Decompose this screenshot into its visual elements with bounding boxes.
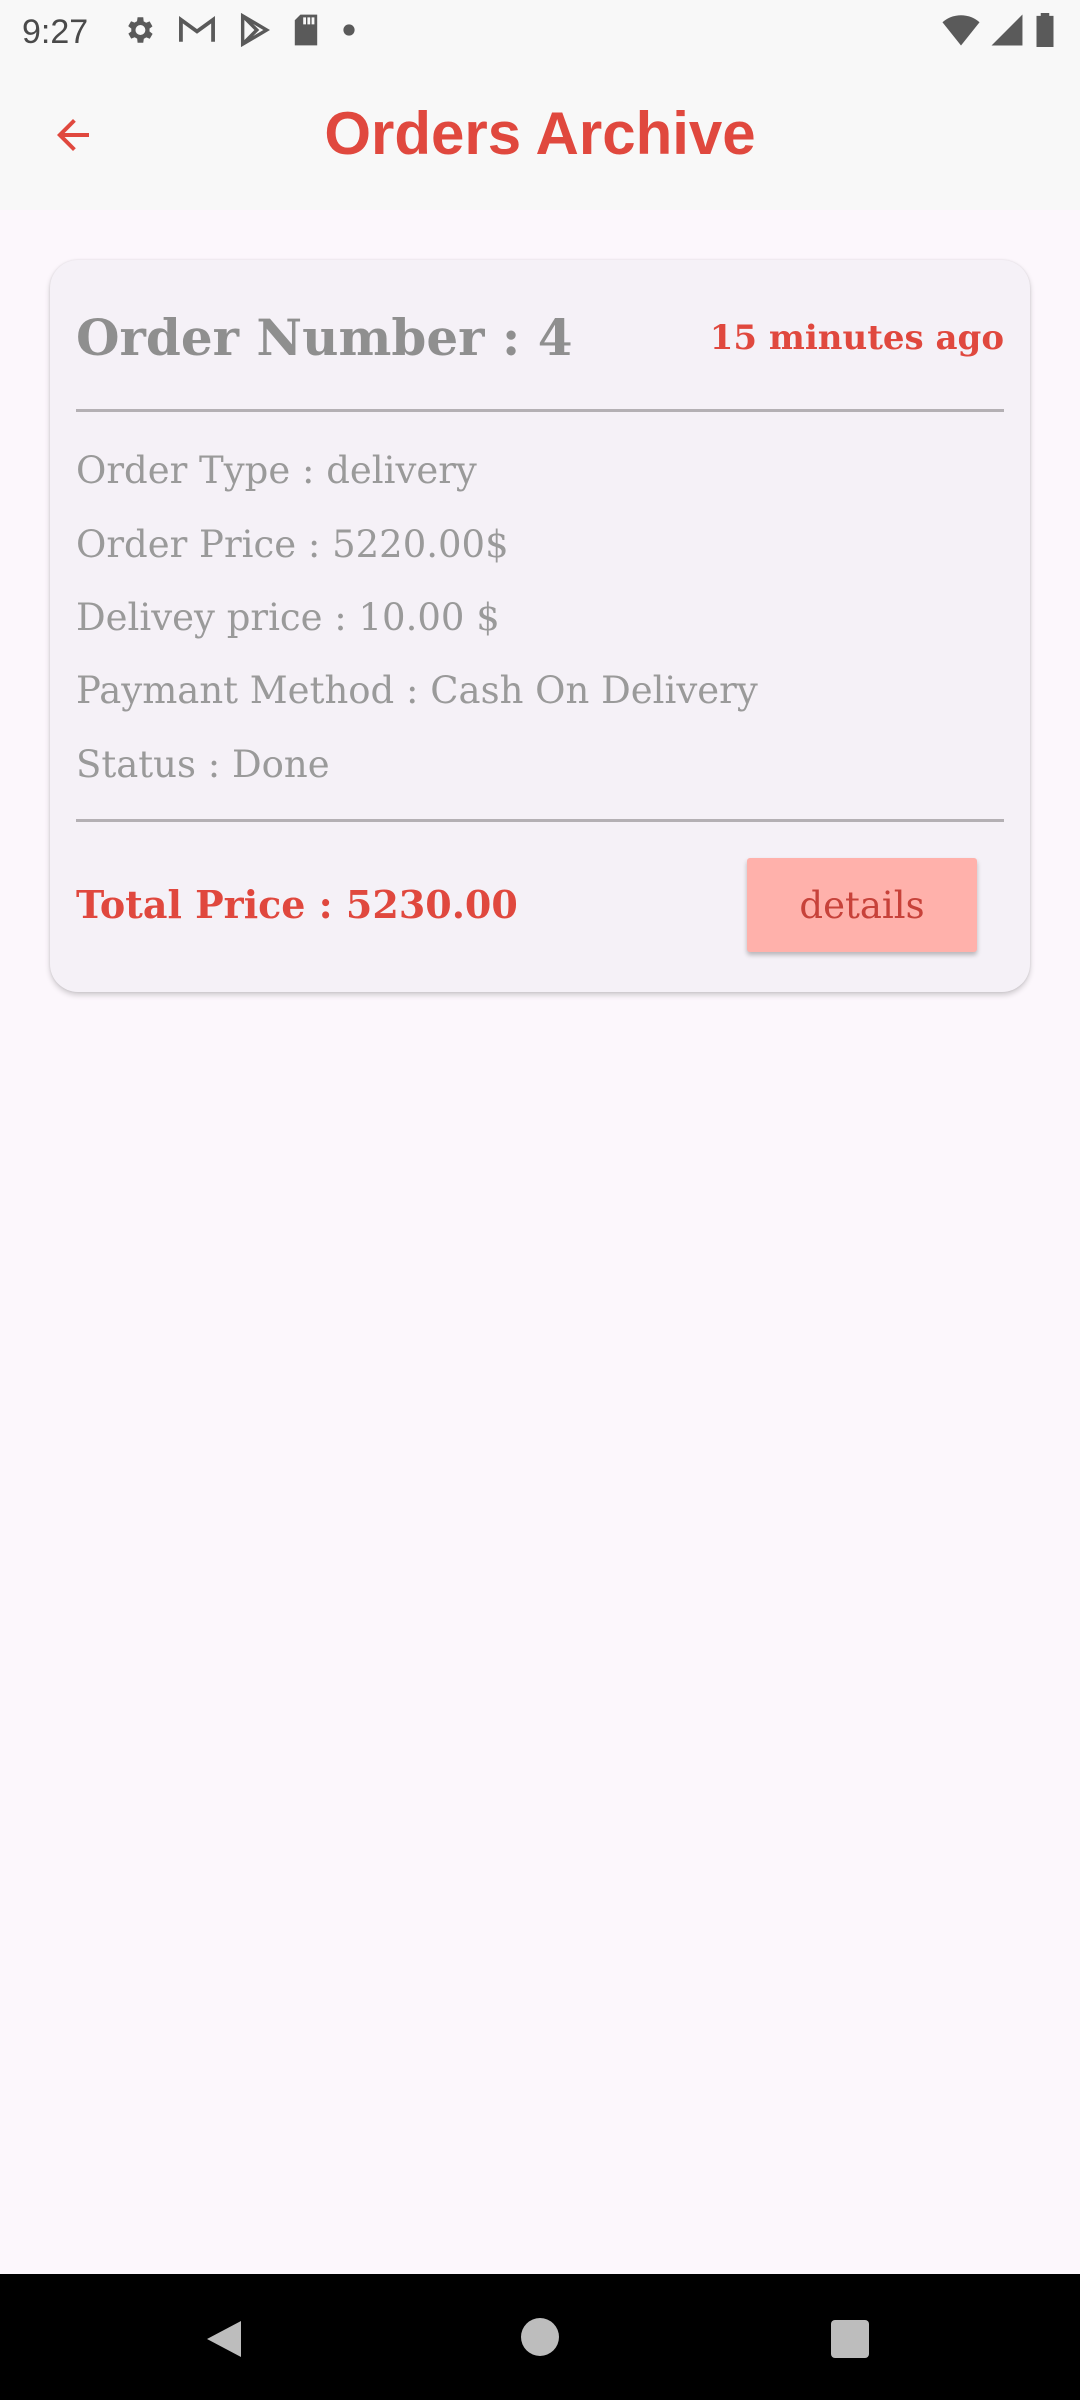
system-nav-bar xyxy=(0,2274,1080,2400)
wifi-icon xyxy=(942,13,980,52)
sd-card-icon xyxy=(292,13,320,52)
payment-method: Paymant Method : Cash On Delivery xyxy=(76,669,758,712)
battery-icon xyxy=(1034,12,1056,52)
delivery-price: Delivey price : 10.00 $ xyxy=(76,596,500,639)
play-store-icon xyxy=(238,12,271,52)
status-time: 9:27 xyxy=(22,13,89,51)
nav-recents-icon[interactable] xyxy=(831,2320,869,2358)
nav-home-icon[interactable] xyxy=(521,2318,559,2356)
status-notification-icons xyxy=(122,12,356,52)
cell-signal-icon xyxy=(990,13,1024,52)
card-divider-bottom xyxy=(76,819,1004,822)
gmail-icon xyxy=(178,15,216,50)
order-number: Order Number : 4 xyxy=(76,308,573,367)
notification-dot-icon xyxy=(342,23,356,42)
app-bar: Orders Archive xyxy=(0,64,1080,210)
settings-gear-icon xyxy=(122,13,156,52)
status-system-icons xyxy=(942,12,1056,52)
order-status: Status : Done xyxy=(76,743,330,786)
order-time-ago: 15 minutes ago xyxy=(709,318,1004,358)
card-divider-top xyxy=(76,409,1004,412)
total-price: Total Price : 5230.00 xyxy=(76,882,518,927)
details-button[interactable]: details xyxy=(747,858,977,952)
order-card: Order Number : 4 15 minutes ago Order Ty… xyxy=(50,260,1030,992)
status-bar: 9:27 xyxy=(0,0,1080,64)
order-type: Order Type : delivery xyxy=(76,449,477,492)
nav-back-icon[interactable] xyxy=(203,2317,247,2361)
page-title: Orders Archive xyxy=(324,100,756,167)
order-price: Order Price : 5220.00$ xyxy=(76,523,509,566)
